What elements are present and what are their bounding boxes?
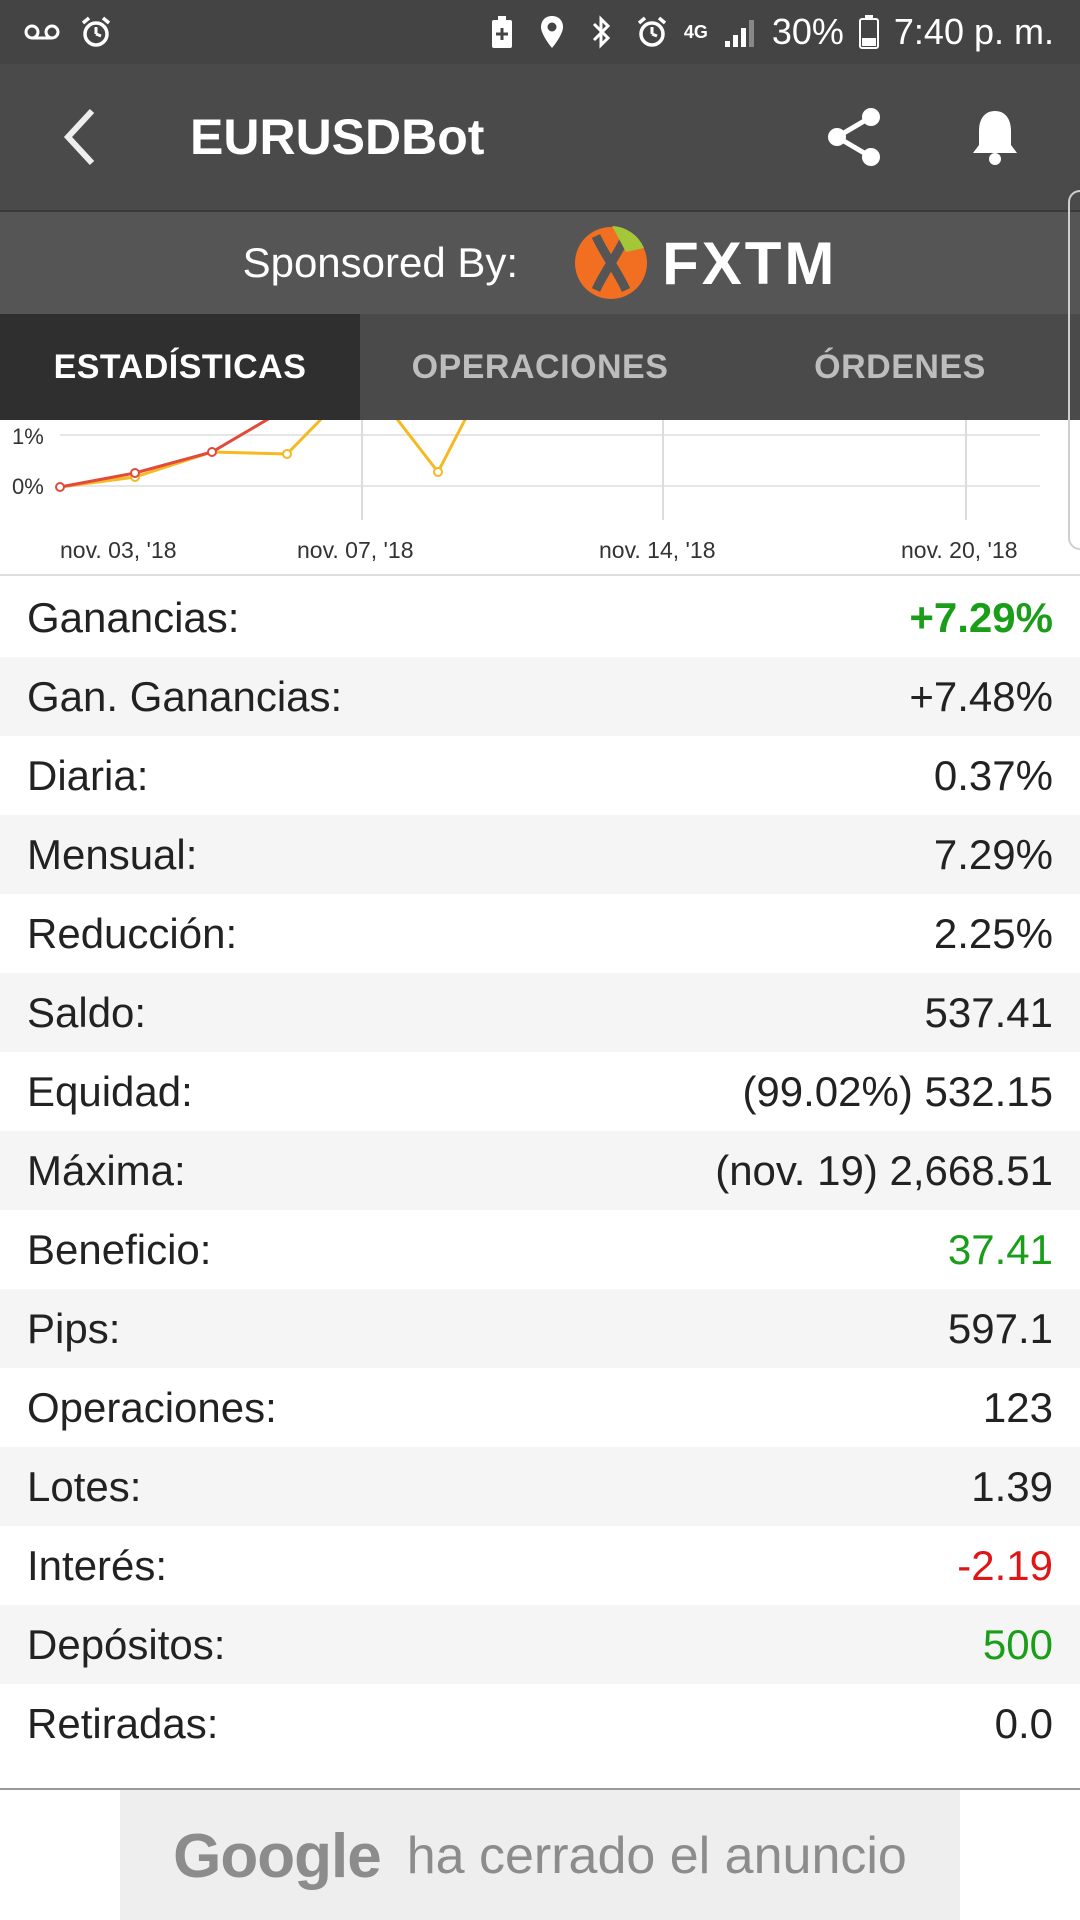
stat-value: 537.41 [924,988,1053,1036]
stats-list: Ganancias: +7.29% Gan. Ganancias: +7.48%… [0,578,1080,1763]
stat-label: Interés: [27,1541,168,1589]
stat-row-saldo: Saldo: 537.41 [0,973,1080,1052]
stat-row-mensual: Mensual: 7.29% [0,815,1080,894]
stat-label: Beneficio: [27,1225,212,1273]
status-bar: 4G 30% 7:40 p. m. [0,0,1080,64]
share-icon [828,108,880,166]
notifications-button[interactable] [950,92,1040,182]
alarm-icon [634,14,670,50]
stat-value: (nov. 19) 2,668.51 [715,1146,1053,1194]
x-tick-label: nov. 03, '18 [60,537,177,563]
voicemail-icon [24,14,60,50]
series-point-red [55,482,65,492]
stat-label: Pips: [27,1304,121,1352]
stat-value: 0.37% [933,751,1053,799]
signal-icon [722,14,758,50]
tab-ordenes[interactable]: ÓRDENES [720,314,1080,420]
stat-label: Operaciones: [27,1383,277,1431]
stat-value: (99.02%) 532.15 [742,1067,1053,1115]
battery-icon [858,14,880,50]
stat-label: Diaria: [27,751,149,799]
stat-value: 123 [982,1383,1053,1431]
sponsor-label: Sponsored By: [242,239,519,286]
stat-label: Reducción: [27,909,238,957]
ad-banner[interactable]: Google ha cerrado el anuncio [0,1788,1080,1920]
stat-row-depositos: Depósitos: 500 [0,1605,1080,1684]
y-tick-label: 0% [12,474,44,499]
stat-value: 597.1 [947,1304,1053,1352]
app-bar: EURUSDBot [0,64,1080,210]
y-tick-label: 1% [12,424,44,449]
stat-row-ganancias: Ganancias: +7.29% [0,578,1080,657]
series-point-yellow [282,449,292,459]
tab-estadisticas[interactable]: ESTADÍSTICAS [0,314,360,420]
stat-label: Lotes: [27,1462,142,1510]
tab-operaciones[interactable]: OPERACIONES [360,314,720,420]
series-point-red [207,447,217,457]
page-title: EURUSDBot [190,109,485,165]
stat-value: +7.48% [909,672,1053,720]
stat-label: Depósitos: [27,1620,226,1668]
side-drawer-handle[interactable] [1068,190,1080,550]
stat-row-interes: Interés: -2.19 [0,1526,1080,1605]
stat-value: 2.25% [933,909,1053,957]
stat-row-equidad: Equidad: (99.02%) 532.15 [0,1052,1080,1131]
stat-row-diaria: Diaria: 0.37% [0,736,1080,815]
stat-label: Retiradas: [27,1699,219,1747]
growth-chart-svg: 1% 0% nov. 03, '18 nov. 07, '18 nov. 14,… [12,420,1040,563]
network-type: 4G [683,21,708,42]
sponsor-banner[interactable]: Sponsored By: FXTM [0,210,1080,314]
bell-icon [973,111,1017,165]
clock: 7:40 p. m. [893,11,1054,52]
stat-row-maxima: Máxima: (nov. 19) 2,668.51 [0,1131,1080,1210]
share-button[interactable] [810,92,900,182]
stat-label: Equidad: [27,1067,193,1115]
battery-saver-icon [484,14,520,50]
ad-closed-notice: Google ha cerrado el anuncio [120,1790,960,1920]
stat-row-reduccion: Reducción: 2.25% [0,894,1080,973]
stat-value: +7.29% [909,593,1053,641]
ad-closed-message: ha cerrado el anuncio [406,1827,907,1885]
growth-chart[interactable]: 1% 0% nov. 03, '18 nov. 07, '18 nov. 14,… [0,420,1080,576]
stat-label: Gan. Ganancias: [27,672,343,720]
x-tick-label: nov. 14, '18 [599,537,716,563]
stat-row-lotes: Lotes: 1.39 [0,1447,1080,1526]
alarm-icon [78,14,114,50]
stat-value: 0.0 [994,1699,1053,1747]
back-arrow-icon [63,108,95,166]
stat-label: Ganancias: [27,593,240,641]
stat-value: 500 [982,1620,1053,1668]
location-icon [534,14,570,50]
stat-value: 37.41 [947,1225,1053,1273]
stat-row-retiradas: Retiradas: 0.0 [0,1684,1080,1763]
stat-label: Mensual: [27,830,198,878]
x-tick-label: nov. 07, '18 [297,537,414,563]
fxtm-logo-icon [575,226,648,299]
stat-label: Máxima: [27,1146,186,1194]
battery-percent: 30% [771,11,844,52]
series-point-red [130,468,140,478]
stat-value: 1.39 [971,1462,1053,1510]
google-logo: Google [173,1821,382,1891]
stat-value: 7.29% [933,830,1053,878]
stat-row-beneficio: Beneficio: 37.41 [0,1210,1080,1289]
back-button[interactable] [30,87,130,187]
series-point-yellow [433,467,443,477]
tab-bar: ESTADÍSTICAS OPERACIONES ÓRDENES [0,314,1080,420]
stat-row-gan-ganancias: Gan. Ganancias: +7.48% [0,657,1080,736]
stat-row-operaciones: Operaciones: 123 [0,1368,1080,1447]
stat-row-pips: Pips: 597.1 [0,1289,1080,1368]
fxtm-wordmark: FXTM [662,229,838,297]
bluetooth-icon [584,14,620,50]
fxtm-logo: FXTM [574,226,837,300]
stat-label: Saldo: [27,988,147,1036]
x-tick-label: nov. 20, '18 [901,537,1018,563]
stat-value: -2.19 [957,1541,1053,1589]
